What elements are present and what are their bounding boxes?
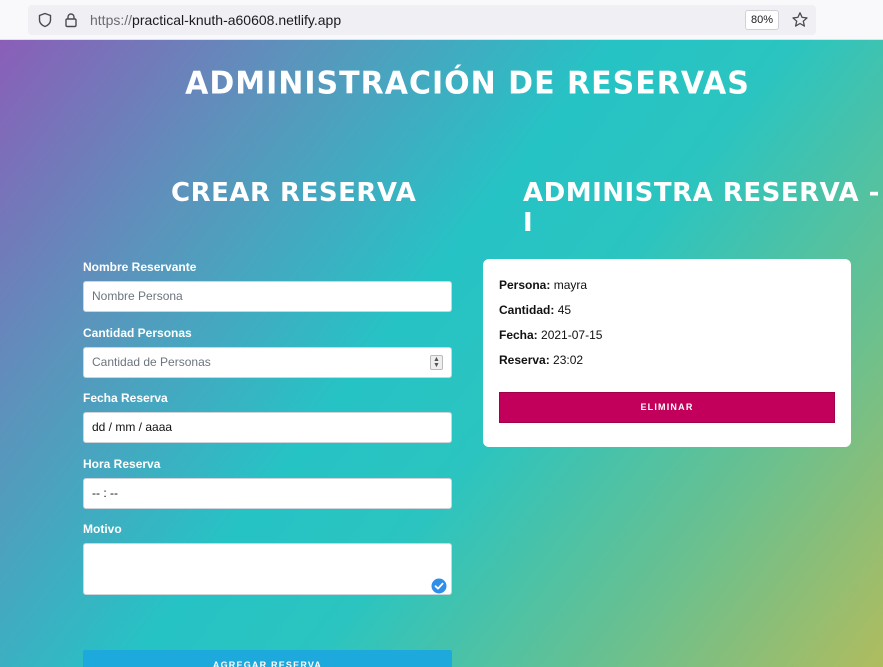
fecha-input[interactable]: dd / mm / aaaa	[83, 412, 452, 443]
create-reservation-form: Nombre Reservante Nombre Persona Cantida…	[83, 260, 452, 667]
fecha-label: Fecha:	[499, 328, 538, 342]
url-protocol: https://	[90, 12, 133, 28]
url-bar[interactable]: https://practical-knuth-a60608.netlify.a…	[28, 5, 816, 35]
browser-toolbar: https://practical-knuth-a60608.netlify.a…	[0, 0, 883, 40]
nombre-input[interactable]: Nombre Persona	[83, 281, 452, 312]
nombre-group: Nombre Reservante Nombre Persona	[83, 260, 452, 326]
fecha-row: Fecha: 2021-07-15	[499, 328, 602, 342]
admin-section-title: ADMINISTRA RESERVA - I	[523, 178, 880, 238]
create-section-title: CREAR RESERVA	[171, 178, 417, 208]
checkmark-badge-icon	[431, 576, 447, 594]
persona-row: Persona: mayra	[499, 278, 587, 292]
lock-icon[interactable]	[62, 11, 80, 29]
url-text[interactable]: https://practical-knuth-a60608.netlify.a…	[90, 12, 341, 28]
nombre-label: Nombre Reservante	[83, 260, 197, 274]
cantidad-label: Cantidad:	[499, 303, 555, 317]
add-reservation-button[interactable]: AGREGAR RESERVA	[83, 650, 452, 667]
cantidad-group: Cantidad Personas Cantidad de Personas ▲…	[83, 326, 452, 392]
persona-value: mayra	[553, 278, 588, 292]
persona-label: Persona:	[499, 278, 551, 292]
fecha-value: 2021-07-15	[541, 328, 603, 342]
fecha-label: Fecha Reserva	[83, 391, 168, 405]
hora-group: Hora Reserva -- : --	[83, 457, 452, 523]
zoom-level-badge[interactable]: 80%	[745, 10, 779, 30]
cantidad-label: Cantidad Personas	[83, 325, 192, 340]
shield-icon[interactable]	[36, 11, 54, 29]
delete-button[interactable]: ELIMINAR	[499, 392, 835, 423]
cantidad-placeholder: Cantidad de Personas	[92, 354, 211, 369]
app-background: ADMINISTRACIÓN DE RESERVAS CREAR RESERVA…	[0, 40, 883, 667]
url-host: practical-knuth-a60608.netlify.app	[132, 12, 342, 28]
cantidad-input[interactable]: Cantidad de Personas ▲ ▼	[83, 346, 452, 378]
page-title: ADMINISTRACIÓN DE RESERVAS	[185, 65, 750, 102]
hora-label: Hora Reserva	[83, 456, 161, 471]
star-icon[interactable]	[790, 10, 810, 30]
reservation-card: Persona: mayra Cantidad: 45 Fecha: 2021-…	[483, 259, 851, 447]
cantidad-value: 45	[557, 303, 572, 317]
reserva-row: Reserva: 23:02	[499, 353, 583, 367]
motivo-label: Motivo	[83, 522, 122, 536]
motivo-textarea[interactable]	[83, 543, 452, 595]
cantidad-row: Cantidad: 45	[499, 303, 571, 317]
motivo-group: Motivo	[83, 522, 452, 595]
stepper-icon[interactable]: ▲ ▼	[430, 354, 443, 370]
fecha-group: Fecha Reserva dd / mm / aaaa	[83, 391, 452, 457]
reserva-value: 23:02	[553, 353, 584, 367]
hora-input[interactable]: -- : --	[83, 477, 452, 509]
reserva-label: Reserva:	[499, 353, 550, 367]
